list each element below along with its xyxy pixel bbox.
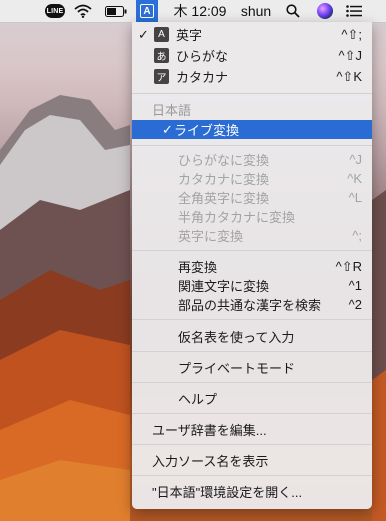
battery-icon[interactable] [104, 0, 128, 22]
separator [132, 351, 372, 352]
private-mode-item[interactable]: プライベートモード [132, 358, 372, 377]
help-item[interactable]: ヘルプ [132, 389, 372, 408]
menu-item-label: 全角英字に変換 [178, 191, 270, 206]
mode-hiragana[interactable]: あ ひらがな ^⇧J [132, 46, 372, 65]
convert-hiragana[interactable]: ひらがなに変換 ^J [132, 150, 372, 169]
show-source-name-item[interactable]: 入力ソース名を表示 [132, 451, 372, 470]
menu-item-shortcut: ^K [347, 171, 362, 186]
mode-shortcut: ^⇧J [338, 47, 363, 63]
radical-search-item[interactable]: 部品の共通な漢字を検索 ^2 [132, 295, 372, 314]
mode-shortcut: ^⇧; [341, 26, 362, 42]
wifi-icon[interactable] [72, 0, 94, 22]
convert-katakana[interactable]: カタカナに変換 ^K [132, 169, 372, 188]
menu-item-label: ユーザ辞書を編集... [152, 423, 267, 438]
menu-item-shortcut: ^J [349, 152, 362, 167]
menu-item-shortcut: ^; [352, 228, 362, 243]
kana-table-item[interactable]: 仮名表を使って入力 [132, 327, 372, 346]
open-preferences-item[interactable]: "日本語"環境設定を開く... [132, 482, 372, 501]
separator [132, 145, 372, 146]
related-chars-item[interactable]: 関連文字に変換 ^1 [132, 276, 372, 295]
menu-item-label: 再変換 [178, 260, 218, 275]
clock[interactable]: 木 12:09 [170, 0, 230, 22]
menu-item-shortcut: ^⇧R [335, 258, 362, 274]
menu-item-shortcut: ^1 [348, 278, 362, 293]
separator [132, 319, 372, 320]
menu-item-shortcut: ^2 [348, 297, 362, 312]
line-badge: LINE [45, 4, 65, 18]
separator [132, 444, 372, 445]
menu-item-label: 英字に変換 [178, 229, 244, 244]
input-source-menu[interactable]: A [136, 0, 158, 22]
reconvert-item[interactable]: 再変換 ^⇧R [132, 257, 372, 276]
check-icon: ✓ [138, 26, 149, 42]
menu-item-label: 半角カタカナに変換 [178, 210, 296, 225]
convert-halfwidth-katakana[interactable]: 半角カタカナに変換 [132, 207, 372, 226]
menu-item-label: プライベートモード [178, 361, 296, 376]
mode-badge-icon: ア [154, 69, 169, 84]
live-conversion-label: ライブ変換 [174, 123, 240, 138]
separator [132, 93, 372, 94]
separator [132, 413, 372, 414]
section-title-japanese: 日本語 [132, 100, 372, 119]
convert-alphanumeric[interactable]: 英字に変換 ^; [132, 226, 372, 245]
menu-item-label: 仮名表を使って入力 [178, 330, 295, 345]
input-source-icon: A [140, 4, 154, 18]
mode-katakana[interactable]: ア カタカナ ^⇧K [132, 67, 372, 86]
menu-item-label: ひらがなに変換 [178, 153, 270, 168]
mode-shortcut: ^⇧K [336, 68, 362, 84]
mode-alphanumeric[interactable]: ✓ A 英字 ^⇧; [132, 25, 372, 44]
mode-badge-icon: A [154, 27, 169, 42]
separator [132, 250, 372, 251]
user-menu[interactable]: shun [236, 0, 276, 22]
mode-label: ひらがな [176, 49, 229, 64]
menu-bar: LINE A 木 12:09 shun [0, 0, 386, 23]
separator [132, 382, 372, 383]
menu-item-label: 入力ソース名を表示 [152, 454, 269, 469]
input-source-dropdown: ✓ A 英字 ^⇧; あ ひらがな ^⇧J ア カタカナ ^⇧K 日本語 ✓ ラ… [132, 22, 372, 509]
notification-center-icon[interactable] [343, 0, 365, 22]
live-conversion-item[interactable]: ✓ ライブ変換 [132, 120, 372, 139]
separator [132, 475, 372, 476]
siri-icon[interactable] [315, 0, 335, 22]
check-icon: ✓ [162, 121, 173, 137]
menu-item-shortcut: ^L [348, 190, 362, 205]
section-title: 日本語 [152, 103, 192, 118]
mode-badge-icon: あ [154, 48, 169, 63]
menu-item-label: 関連文字に変換 [178, 279, 270, 294]
search-icon[interactable] [283, 0, 303, 22]
mode-label: 英字 [176, 28, 203, 43]
mode-label: カタカナ [176, 70, 229, 85]
convert-fullwidth[interactable]: 全角英字に変換 ^L [132, 188, 372, 207]
menu-item-label: "日本語"環境設定を開く... [152, 485, 303, 500]
menu-item-label: カタカナに変換 [178, 172, 270, 187]
line-app-icon[interactable]: LINE [44, 0, 66, 22]
edit-dictionary-item[interactable]: ユーザ辞書を編集... [132, 420, 372, 439]
menu-item-label: 部品の共通な漢字を検索 [178, 298, 322, 313]
menu-item-label: ヘルプ [178, 392, 218, 407]
